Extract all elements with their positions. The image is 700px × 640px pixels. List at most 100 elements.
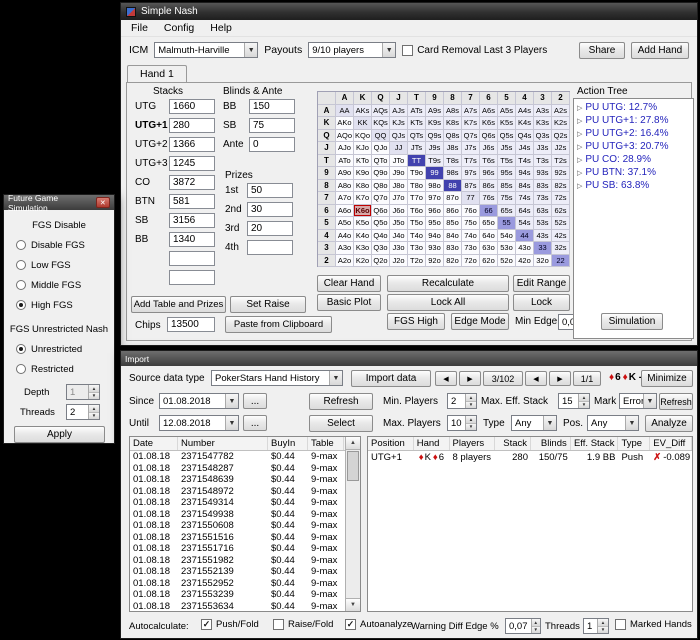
- matrix-cell-JTs[interactable]: JTs: [408, 142, 426, 155]
- matrix-cell-TT[interactable]: TT: [408, 155, 426, 168]
- matrix-cell-Q9o[interactable]: Q9o: [372, 167, 390, 180]
- spinner-down-icon[interactable]: ▼: [579, 402, 589, 409]
- matrix-cell-A3s[interactable]: A3s: [534, 105, 552, 118]
- matrix-cell-T2s[interactable]: T2s: [552, 155, 570, 168]
- tree-expand-icon[interactable]: ▷: [577, 143, 582, 151]
- column-header-eff-stack[interactable]: Eff. Stack: [571, 437, 619, 450]
- matrix-cell-64s[interactable]: 64s: [516, 205, 534, 218]
- matrix-cell-J7s[interactable]: J7s: [462, 142, 480, 155]
- table-row[interactable]: 01.08.182371550608$0.449-max: [130, 520, 345, 532]
- matrix-cell-A6s[interactable]: A6s: [480, 105, 498, 118]
- matrix-cell-AA[interactable]: AA: [336, 105, 354, 118]
- scroll-up-icon[interactable]: ▲: [346, 437, 360, 450]
- matrix-cell-AQo[interactable]: AQo: [336, 130, 354, 143]
- main-titlebar[interactable]: Simple Nash: [121, 3, 697, 20]
- matrix-cell-K8o[interactable]: K8o: [354, 180, 372, 193]
- matrix-cell-T4s[interactable]: T4s: [516, 155, 534, 168]
- column-header-type[interactable]: Type: [618, 437, 650, 450]
- card-removal-checkbox[interactable]: Card Removal Last 3 Players: [402, 45, 547, 56]
- tourney-page-indicator[interactable]: 3/102: [483, 371, 523, 386]
- radio-middle-fgs[interactable]: Middle FGS: [16, 278, 85, 292]
- column-header-date[interactable]: Date: [130, 437, 178, 450]
- matrix-cell-54o[interactable]: 54o: [498, 230, 516, 243]
- checkbox-raise-fold[interactable]: Raise/Fold: [273, 619, 333, 630]
- matrix-cell-52o[interactable]: 52o: [498, 255, 516, 268]
- matrix-cell-55[interactable]: 55: [498, 217, 516, 230]
- import-data-button[interactable]: Import data: [351, 370, 431, 387]
- matrix-cell-J5s[interactable]: J5s: [498, 142, 516, 155]
- matrix-cell-42s[interactable]: 42s: [552, 230, 570, 243]
- spinner-up-icon[interactable]: ▲: [598, 619, 608, 627]
- matrix-cell-J5o[interactable]: J5o: [390, 217, 408, 230]
- matrix-cell-ATs[interactable]: ATs: [408, 105, 426, 118]
- matrix-cell-Q8o[interactable]: Q8o: [372, 180, 390, 193]
- column-header-stack[interactable]: Stack: [495, 437, 531, 450]
- matrix-cell-K6s[interactable]: K6s: [480, 117, 498, 130]
- scroll-down-icon[interactable]: ▼: [346, 598, 360, 611]
- stack-input[interactable]: [169, 270, 215, 285]
- tree-item[interactable]: ▷PU BTN: 37.1%: [574, 166, 693, 179]
- matrix-cell-current-K6o[interactable]: K6o: [354, 205, 372, 218]
- matrix-cell-85o[interactable]: 85o: [444, 217, 462, 230]
- matrix-cell-K5o[interactable]: K5o: [354, 217, 372, 230]
- matrix-cell-AKs[interactable]: AKs: [354, 105, 372, 118]
- matrix-cell-98s[interactable]: 98s: [444, 167, 462, 180]
- table-row[interactable]: 01.08.182371551982$0.449-max: [130, 555, 345, 567]
- matrix-cell-A3o[interactable]: A3o: [336, 242, 354, 255]
- matrix-cell-Q7s[interactable]: Q7s: [462, 130, 480, 143]
- table-row[interactable]: 01.08.182371547782$0.449-max: [130, 451, 345, 463]
- column-header-number[interactable]: Number: [178, 437, 268, 450]
- stack-input[interactable]: 3872: [169, 175, 215, 190]
- matrix-cell-KK[interactable]: KK: [354, 117, 372, 130]
- matrix-cell-KJo[interactable]: KJo: [354, 142, 372, 155]
- menu-file[interactable]: File: [123, 21, 156, 35]
- matrix-cell-J4o[interactable]: J4o: [390, 230, 408, 243]
- matrix-cell-A7s[interactable]: A7s: [462, 105, 480, 118]
- matrix-cell-62s[interactable]: 62s: [552, 205, 570, 218]
- matrix-cell-T5o[interactable]: T5o: [408, 217, 426, 230]
- matrix-cell-J8o[interactable]: J8o: [390, 180, 408, 193]
- tree-item[interactable]: ▷PU CO: 28.9%: [574, 153, 693, 166]
- result-row[interactable]: UTG+1♦K♦68 players280150/751.9 BBPush✗-0…: [368, 451, 692, 464]
- matrix-cell-44[interactable]: 44: [516, 230, 534, 243]
- matrix-cell-Q2s[interactable]: Q2s: [552, 130, 570, 143]
- matrix-cell-AKo[interactable]: AKo: [336, 117, 354, 130]
- mark-select[interactable]: Error▼: [619, 393, 657, 409]
- matrix-cell-KTo[interactable]: KTo: [354, 155, 372, 168]
- column-header-blinds[interactable]: Blinds: [531, 437, 571, 450]
- matrix-cell-82s[interactable]: 82s: [552, 180, 570, 193]
- add-hand-button[interactable]: Add Hand: [631, 42, 689, 59]
- matrix-cell-54s[interactable]: 54s: [516, 217, 534, 230]
- matrix-cell-52s[interactable]: 52s: [552, 217, 570, 230]
- column-header-buyin[interactable]: BuyIn: [268, 437, 308, 450]
- matrix-cell-85s[interactable]: 85s: [498, 180, 516, 193]
- matrix-cell-JTo[interactable]: JTo: [390, 155, 408, 168]
- spinner-up-icon[interactable]: ▲: [532, 619, 541, 627]
- matrix-cell-Q5s[interactable]: Q5s: [498, 130, 516, 143]
- matrix-cell-T3s[interactable]: T3s: [534, 155, 552, 168]
- column-header-position[interactable]: Position: [368, 437, 414, 450]
- since-browse-button[interactable]: ...: [243, 393, 267, 409]
- until-browse-button[interactable]: ...: [243, 415, 267, 431]
- radio-low-fgs[interactable]: Low FGS: [16, 258, 85, 272]
- matrix-cell-J2o[interactable]: J2o: [390, 255, 408, 268]
- matrix-cell-Q4o[interactable]: Q4o: [372, 230, 390, 243]
- matrix-cell-76s[interactable]: 76s: [480, 192, 498, 205]
- spinner-down-icon[interactable]: ▼: [598, 627, 608, 634]
- matrix-cell-QQ[interactable]: QQ: [372, 130, 390, 143]
- blind-input[interactable]: 0: [249, 137, 295, 152]
- matrix-cell-93o[interactable]: 93o: [426, 242, 444, 255]
- checkbox-push-fold[interactable]: ✓Push/Fold: [201, 619, 259, 630]
- matrix-cell-75o[interactable]: 75o: [462, 217, 480, 230]
- spinner-down-icon[interactable]: ▼: [466, 424, 476, 431]
- hand-page-indicator[interactable]: 1/1: [573, 371, 601, 386]
- matrix-cell-87s[interactable]: 87s: [462, 180, 480, 193]
- matrix-cell-KTs[interactable]: KTs: [408, 117, 426, 130]
- stack-input[interactable]: 1245: [169, 156, 215, 171]
- matrix-cell-83o[interactable]: 83o: [444, 242, 462, 255]
- matrix-cell-86o[interactable]: 86o: [444, 205, 462, 218]
- matrix-cell-T3o[interactable]: T3o: [408, 242, 426, 255]
- matrix-cell-K9o[interactable]: K9o: [354, 167, 372, 180]
- matrix-cell-94s[interactable]: 94s: [516, 167, 534, 180]
- matrix-cell-Q4s[interactable]: Q4s: [516, 130, 534, 143]
